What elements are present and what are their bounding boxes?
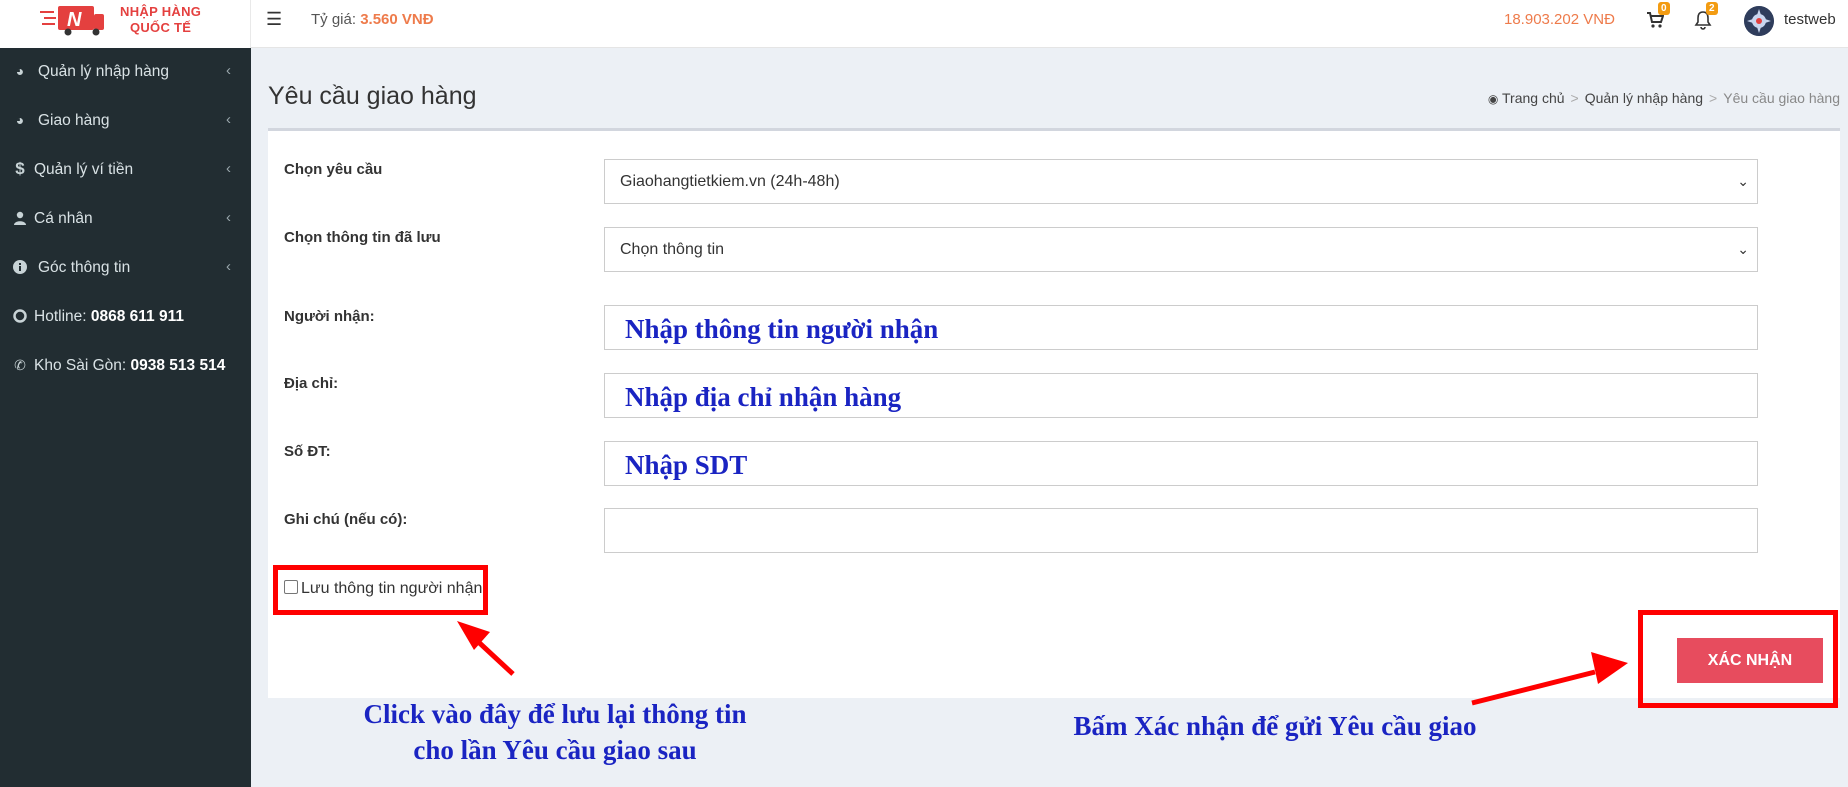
arrow-to-submit <box>1471 652 1628 706</box>
checkbox-instruction: Click vào đây để lưu lại thông tin cho l… <box>330 696 780 768</box>
submit-instruction: Bấm Xác nhận để gửi Yêu cầu giao <box>1073 711 1477 741</box>
checkbox-instruction-line2: cho lần Yêu cầu giao sau <box>413 735 697 765</box>
checkbox-instruction-line1: Click vào đây để lưu lại thông tin <box>363 699 747 729</box>
annotation-arrows <box>457 621 1628 706</box>
arrow-to-checkbox <box>457 621 515 676</box>
